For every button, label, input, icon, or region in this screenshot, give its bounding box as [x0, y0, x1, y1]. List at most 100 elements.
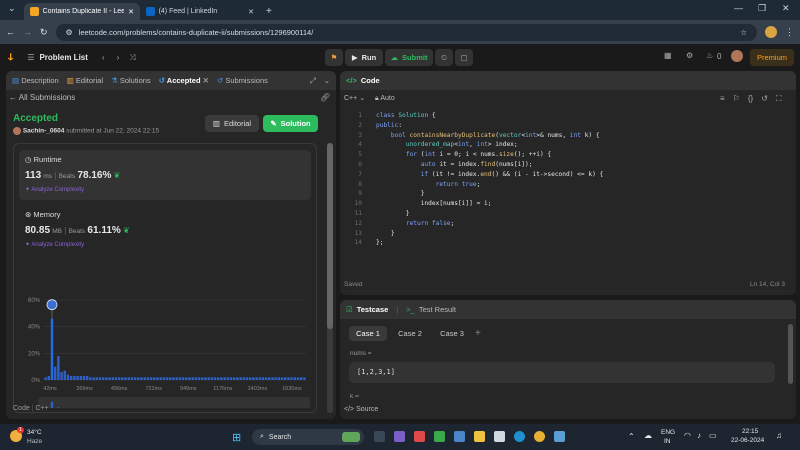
- app-icon[interactable]: [434, 431, 445, 442]
- case-2-tab[interactable]: Case 2: [391, 326, 429, 341]
- app-icon[interactable]: [454, 431, 465, 442]
- notification-bell-icon[interactable]: ♫: [776, 431, 782, 440]
- shuffle-icon[interactable]: ⤨: [129, 53, 135, 63]
- analyze-complexity-link[interactable]: ✦ Analyze Complexity: [25, 186, 84, 193]
- source-link[interactable]: </> Source: [344, 406, 378, 413]
- prev-problem-icon[interactable]: ‹: [102, 53, 105, 62]
- code-tab[interactable]: Code: [361, 76, 380, 85]
- tab-editorial[interactable]: ▥ Editorial: [67, 76, 103, 85]
- code-line: 5 for (int i = 0; i < nums.size(); ++i) …: [348, 150, 603, 160]
- list-icon: ☰: [27, 53, 35, 62]
- wifi-icon[interactable]: ◠: [684, 431, 691, 440]
- site-info-icon[interactable]: ⚙: [66, 28, 73, 37]
- tab-description[interactable]: ▤ Description: [12, 76, 59, 85]
- memory-header[interactable]: ⊛ Memory: [25, 210, 60, 219]
- solution-button[interactable]: ✎ Solution: [263, 115, 318, 132]
- taskbar-search[interactable]: ⌕ Search: [252, 429, 364, 445]
- tray-chevron-icon[interactable]: ⌃: [628, 432, 635, 441]
- nums-input[interactable]: [1,2,3,1]: [349, 362, 775, 383]
- settings-gear-icon[interactable]: ⚙: [686, 51, 693, 60]
- streak-count: 0: [717, 52, 722, 61]
- windows-start-icon[interactable]: ⊞: [232, 431, 241, 444]
- file-explorer-icon[interactable]: [474, 431, 485, 442]
- username[interactable]: Sachin-_0604: [23, 128, 65, 135]
- format-icon[interactable]: ≡: [720, 94, 725, 104]
- editorial-button[interactable]: ▥ Editorial: [205, 115, 259, 132]
- braces-icon[interactable]: {}: [748, 94, 753, 104]
- leetcode-logo-icon[interactable]: ↆ: [8, 52, 13, 63]
- bookmark-star-icon[interactable]: ☆: [740, 28, 747, 37]
- app-icon[interactable]: [494, 431, 505, 442]
- close-icon[interactable]: ✕: [128, 8, 134, 16]
- speaker-icon[interactable]: ♪: [697, 431, 701, 440]
- close-icon[interactable]: ✕: [248, 8, 254, 16]
- menu-icon[interactable]: ⋮: [785, 27, 794, 38]
- back-icon[interactable]: ←: [6, 27, 15, 37]
- code-text: auto it = index.find(nums[i]);: [420, 160, 533, 168]
- cloud-icon[interactable]: ☁: [644, 431, 652, 440]
- code-editor[interactable]: 1 class Solution {2 public: 3 bool contains…: [348, 111, 604, 248]
- scrollbar[interactable]: [327, 143, 333, 413]
- reset-icon[interactable]: ↺: [761, 94, 768, 104]
- minimize-icon[interactable]: —: [734, 3, 743, 13]
- case-1-tab[interactable]: Case 1: [349, 326, 387, 341]
- test-result-tab[interactable]: Test Result: [419, 305, 456, 314]
- next-problem-icon[interactable]: ›: [117, 53, 120, 62]
- url-bar[interactable]: ⚙ leetcode.com/problems/contains-duplica…: [55, 23, 757, 41]
- all-submissions-link[interactable]: ← All Submissions: [9, 93, 75, 102]
- maximize-icon[interactable]: ❐: [758, 3, 766, 14]
- line-number: 7: [358, 170, 362, 178]
- testcase-tab[interactable]: Testcase: [357, 305, 389, 314]
- scrollbar-thumb[interactable]: [327, 143, 333, 329]
- case-3-tab[interactable]: Case 3: [433, 326, 471, 341]
- analyze-complexity-link[interactable]: ✦ Analyze Complexity: [25, 241, 84, 248]
- auto-mode[interactable]: Auto: [380, 95, 394, 102]
- profile-avatar[interactable]: [765, 26, 777, 38]
- premium-button[interactable]: Premium: [750, 49, 794, 66]
- scrollbar[interactable]: [788, 324, 793, 384]
- collapse-icon[interactable]: ⌄: [324, 76, 330, 85]
- task-view-icon[interactable]: [374, 431, 385, 442]
- histogram-bar: [213, 377, 217, 380]
- layout-icon[interactable]: ▦: [664, 51, 672, 60]
- edge-icon[interactable]: [514, 431, 525, 442]
- left-panel-tabs: ▤ Description ▥ Editorial ⚗ Solutions ↺ …: [6, 71, 336, 90]
- forward-icon[interactable]: →: [23, 27, 32, 37]
- language-select[interactable]: C++: [344, 95, 357, 102]
- streak-fire-icon[interactable]: ♨: [706, 51, 713, 60]
- user-avatar[interactable]: [731, 50, 743, 62]
- code-text: return false;: [405, 219, 455, 227]
- histogram-bar: [101, 377, 105, 380]
- debug-icon[interactable]: ⚑: [325, 49, 343, 66]
- app-icon[interactable]: [554, 431, 565, 442]
- close-window-icon[interactable]: ✕: [782, 3, 790, 14]
- expand-icon[interactable]: ⤢: [310, 76, 316, 86]
- add-case-icon[interactable]: +: [475, 328, 481, 339]
- tab-accepted[interactable]: ↺ Accepted ✕: [159, 76, 209, 85]
- fullscreen-icon[interactable]: ⛶: [776, 94, 782, 104]
- windows-taskbar: 1 34°C Haze ⊞ ⌕ Search ⌃ ☁ ENG IN ◠ ♪ ▭ 2…: [0, 424, 800, 450]
- tab-submissions[interactable]: ↺ Submissions: [217, 76, 268, 85]
- problem-list-link[interactable]: Problem List: [39, 53, 87, 62]
- tab-solutions[interactable]: ⚗ Solutions: [111, 76, 151, 85]
- app-icon[interactable]: [414, 431, 425, 442]
- battery-icon[interactable]: ▭: [709, 431, 717, 440]
- run-button[interactable]: ▶ Run: [345, 49, 383, 66]
- language-indicator[interactable]: ENG: [661, 429, 675, 436]
- new-tab-icon[interactable]: +: [266, 6, 272, 17]
- runtime-distribution-chart[interactable]: 60% 40% 20% 0%42ms 269ms 496ms 722ms 949ms 1176m…: [16, 258, 316, 408]
- share-link-icon[interactable]: 🔗︎: [320, 93, 330, 102]
- chrome-icon[interactable]: [534, 431, 545, 442]
- tab-search-icon[interactable]: ⌄: [8, 3, 16, 14]
- browser-tab-leetcode[interactable]: Contains Duplicate II - LeetCode ✕: [24, 3, 140, 20]
- notes-icon[interactable]: ▢: [455, 49, 473, 66]
- browser-tab-linkedin[interactable]: (4) Feed | LinkedIn ✕: [140, 3, 260, 20]
- reload-icon[interactable]: ↻: [40, 27, 48, 38]
- histogram-bar: [184, 377, 188, 380]
- runtime-card[interactable]: ◷ Runtime 113 ms | Beats 78.16% ❦ ✦ Anal…: [19, 150, 311, 200]
- submit-button[interactable]: ☁ Submit: [385, 49, 433, 66]
- clock-time[interactable]: 22:15: [742, 428, 758, 435]
- bookmark-icon[interactable]: ⚐: [733, 94, 740, 104]
- timer-icon[interactable]: ⏲: [435, 49, 453, 66]
- app-icon[interactable]: [394, 431, 405, 442]
